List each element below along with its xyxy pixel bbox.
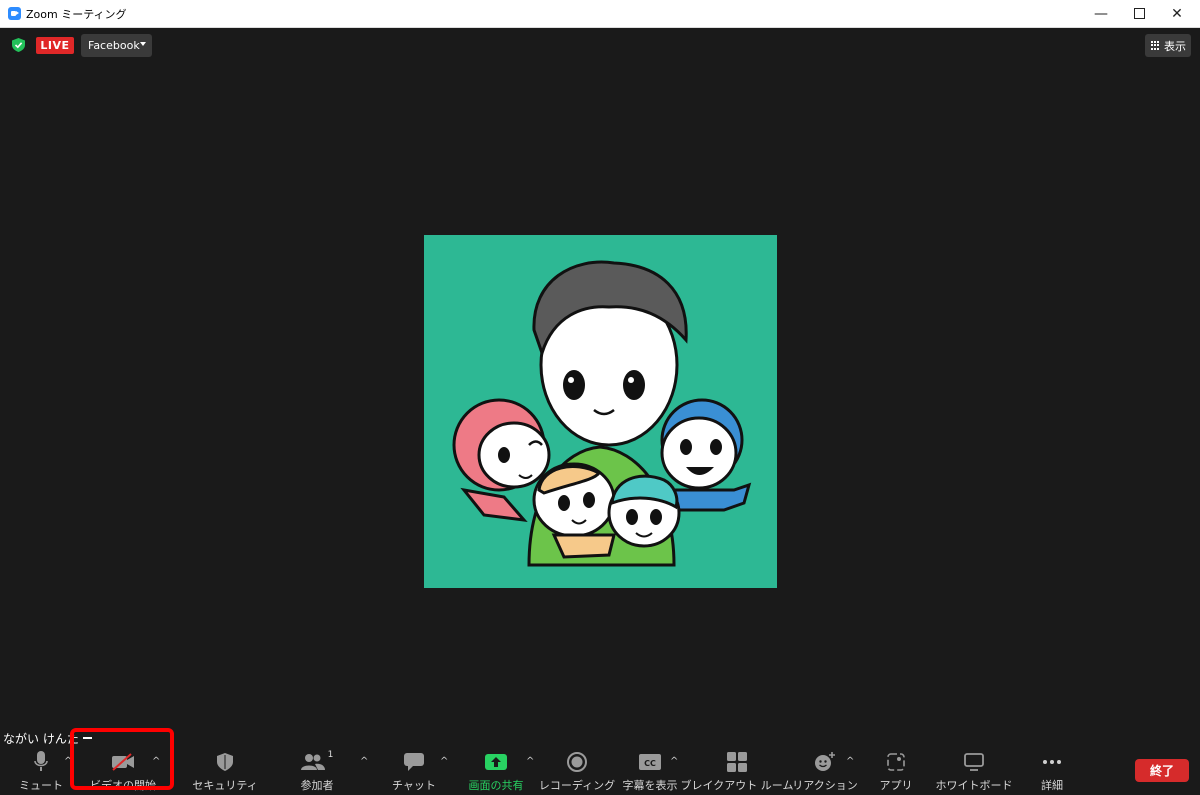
annotation-highlight-box xyxy=(70,728,174,790)
participants-label: 参加者 xyxy=(300,779,334,792)
whiteboard-icon xyxy=(964,750,984,774)
participants-count: 1 xyxy=(327,750,334,760)
share-screen-icon xyxy=(485,750,507,774)
participant-avatar xyxy=(424,235,777,588)
breakout-rooms-label: ブレイクアウト ルーム xyxy=(680,779,794,792)
apps-button[interactable]: アプリ xyxy=(876,745,916,793)
shield-icon xyxy=(217,750,233,774)
more-dots-icon xyxy=(1042,750,1062,774)
zoom-logo-icon xyxy=(8,7,21,20)
reactions-options-caret[interactable]: ^ xyxy=(846,756,854,767)
chevron-down-icon xyxy=(140,42,146,46)
record-label: レコーディング xyxy=(538,779,616,792)
security-shield-icon[interactable] xyxy=(12,38,25,52)
captions-label: 字幕を表示 xyxy=(622,779,678,792)
chat-label: チャット xyxy=(392,779,436,792)
title-bar: Zoom ミーティング — ✕ xyxy=(0,0,1200,28)
close-button[interactable]: ✕ xyxy=(1154,0,1200,27)
live-platform-dropdown[interactable]: Facebook xyxy=(81,34,152,57)
live-badge: LIVE xyxy=(36,37,74,54)
reactions-button[interactable]: リアクション xyxy=(792,745,858,793)
captions-options-caret[interactable]: ^ xyxy=(670,756,678,767)
chat-button[interactable]: チャット xyxy=(390,745,438,793)
end-meeting-button[interactable]: 終了 xyxy=(1135,759,1189,782)
participants-icon: 1 xyxy=(300,750,334,774)
share-screen-label: 画面の共有 xyxy=(468,779,524,792)
captions-button[interactable]: CC 字幕を表示 xyxy=(620,745,680,793)
mute-button[interactable]: ミュート xyxy=(16,745,66,793)
apps-label: アプリ xyxy=(879,779,913,792)
reactions-label: リアクション xyxy=(792,779,858,792)
participant-name: ながい けんた xyxy=(3,731,79,746)
security-label: セキュリティ xyxy=(192,779,258,792)
participants-button[interactable]: 1 参加者 xyxy=(292,745,342,793)
record-button[interactable]: レコーディング xyxy=(539,745,615,793)
participants-options-caret[interactable]: ^ xyxy=(360,756,368,767)
svg-text:CC: CC xyxy=(644,759,656,768)
security-button[interactable]: セキュリティ xyxy=(192,745,258,793)
view-button[interactable]: 表示 xyxy=(1145,34,1191,57)
apps-icon xyxy=(887,750,905,774)
breakout-rooms-button[interactable]: ブレイクアウト ルーム xyxy=(681,745,793,793)
view-label: 表示 xyxy=(1164,39,1186,53)
more-label: 詳細 xyxy=(1041,779,1063,792)
grid-icon xyxy=(1151,41,1160,50)
record-icon xyxy=(567,750,587,774)
breakout-rooms-icon xyxy=(727,750,747,774)
closed-captions-icon: CC xyxy=(639,750,661,774)
live-platform-label: Facebook xyxy=(88,39,140,52)
more-button[interactable]: 詳細 xyxy=(1032,745,1072,793)
chat-options-caret[interactable]: ^ xyxy=(440,756,448,767)
chat-bubble-icon xyxy=(404,750,424,774)
microphone-icon xyxy=(34,750,48,774)
whiteboard-label: ホワイトボード xyxy=(935,779,1013,792)
emoji-plus-icon xyxy=(814,750,836,774)
share-options-caret[interactable]: ^ xyxy=(526,756,534,767)
share-screen-button[interactable]: 画面の共有 xyxy=(465,745,527,793)
mute-label: ミュート xyxy=(19,779,63,792)
window-title: Zoom ミーティング xyxy=(26,8,127,21)
whiteboard-button[interactable]: ホワイトボード xyxy=(935,745,1013,793)
